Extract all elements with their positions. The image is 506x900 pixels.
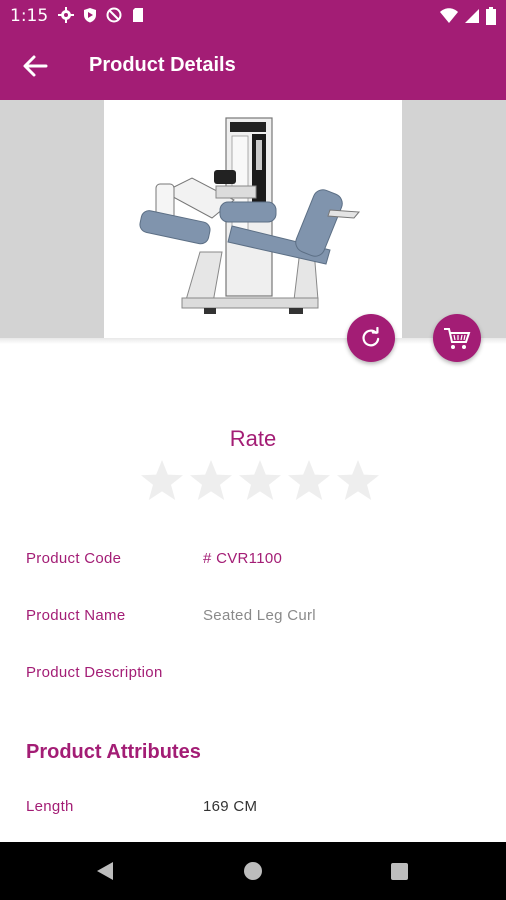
back-arrow-icon[interactable] — [20, 52, 50, 80]
status-system-icons — [440, 7, 496, 30]
star-icon[interactable] — [285, 458, 333, 504]
settings-icon — [58, 7, 74, 23]
app-bar: Product Details — [0, 32, 506, 100]
product-description-label: Product Description — [26, 664, 163, 681]
leg-curl-machine-image — [139, 117, 361, 314]
hero-shadow — [0, 338, 506, 344]
length-label: Length — [26, 798, 74, 815]
nav-home-icon[interactable] — [244, 862, 262, 880]
status-bar: 1:15 — [0, 0, 506, 32]
page-title: Product Details — [89, 54, 236, 76]
product-image — [104, 100, 402, 338]
nav-recents-icon[interactable] — [391, 863, 408, 880]
sd-card-icon — [130, 7, 146, 23]
cart-icon — [444, 328, 471, 349]
length-value: 169 CM — [203, 798, 258, 815]
star-icon[interactable] — [138, 458, 186, 504]
product-code-value: # CVR1100 — [203, 550, 283, 567]
refresh-button[interactable] — [347, 314, 395, 362]
rate-label: Rate — [229, 426, 277, 451]
product-name-label: Product Name — [26, 607, 126, 624]
no-sim-icon — [106, 7, 122, 23]
star-icon[interactable] — [334, 458, 382, 504]
star-icon[interactable] — [236, 458, 284, 504]
add-to-cart-button[interactable] — [433, 314, 481, 362]
product-image-area — [0, 100, 506, 338]
product-attributes-heading: Product Attributes — [26, 741, 201, 763]
system-nav-bar — [0, 842, 506, 900]
star-rating[interactable] — [138, 458, 383, 504]
product-name-value: Seated Leg Curl — [203, 607, 316, 624]
signal-icon — [464, 8, 480, 29]
status-notification-icons — [58, 7, 146, 23]
product-code-label: Product Code — [26, 550, 122, 567]
refresh-icon — [362, 327, 380, 347]
shield-icon — [82, 7, 98, 23]
battery-icon — [486, 7, 496, 30]
wifi-icon — [440, 8, 458, 29]
status-time: 1:15 — [10, 6, 49, 26]
nav-back-icon[interactable] — [96, 861, 114, 886]
star-icon[interactable] — [187, 458, 235, 504]
